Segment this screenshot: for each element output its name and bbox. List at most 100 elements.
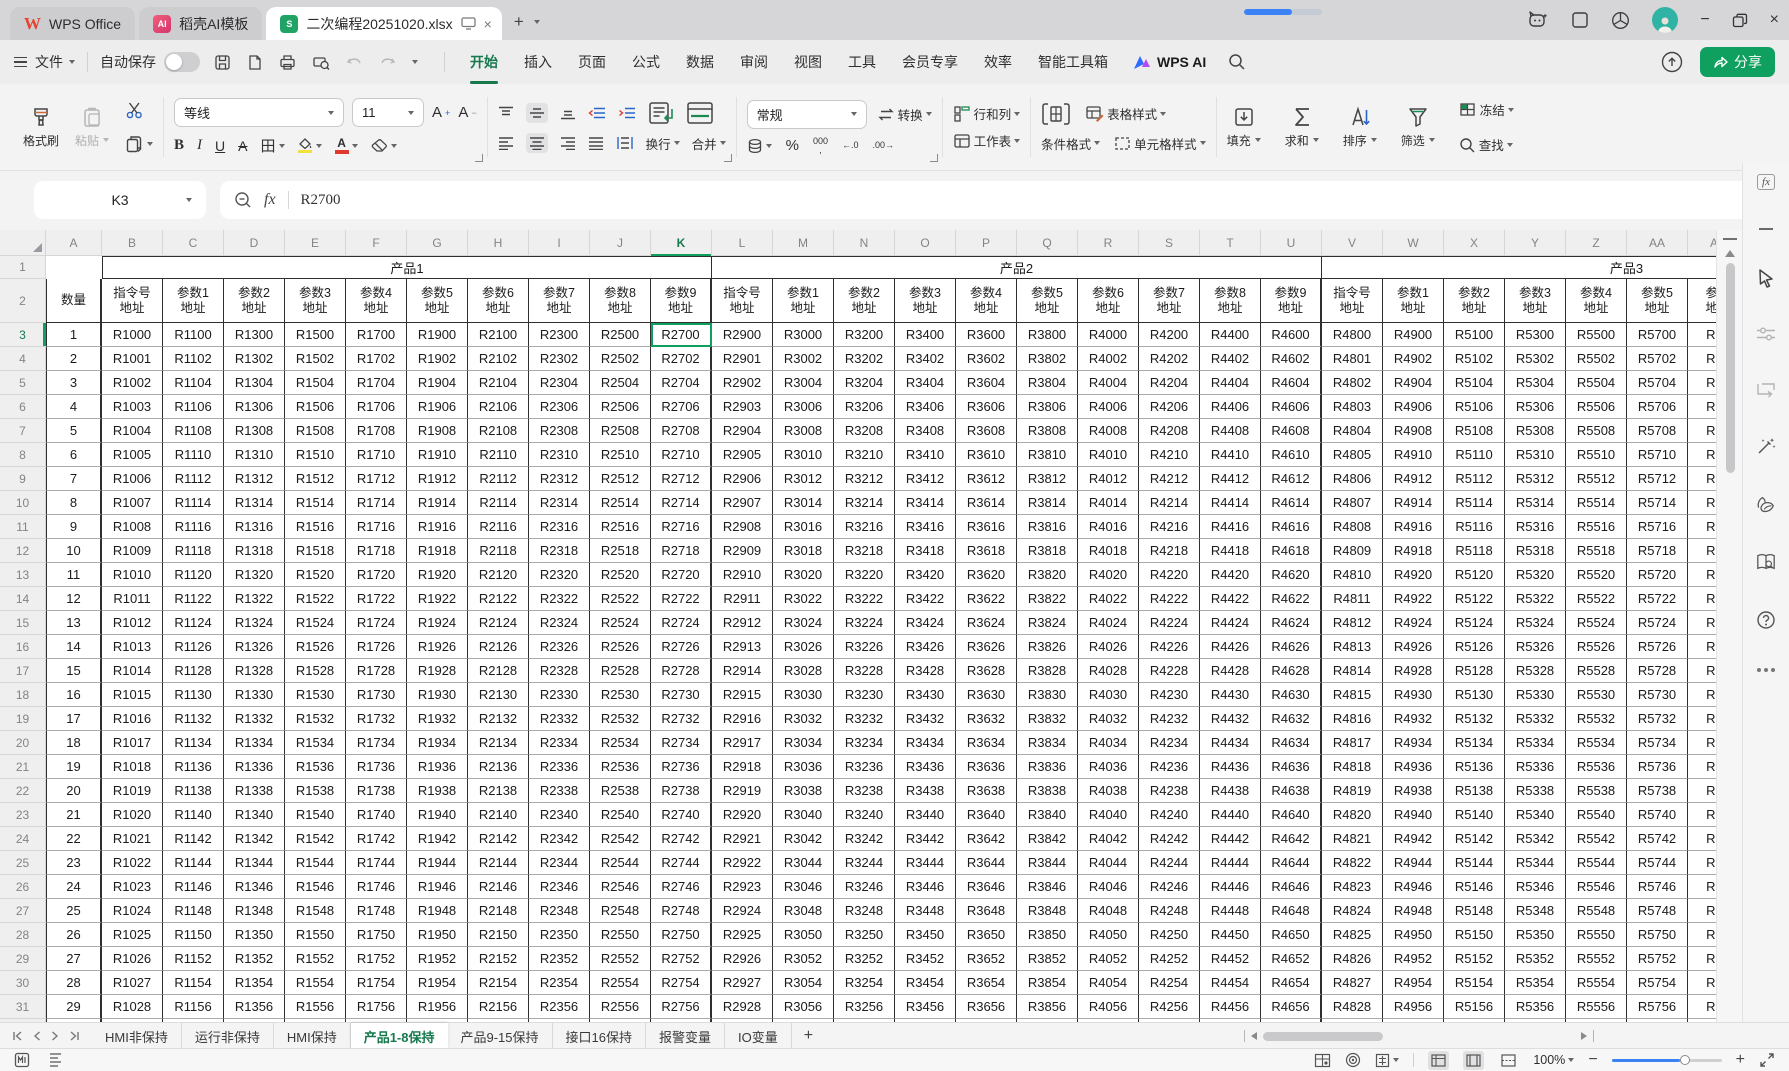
- grid-cell[interactable]: R4014: [1078, 491, 1139, 515]
- page-break-view-icon[interactable]: [1501, 1054, 1516, 1067]
- grid-cell[interactable]: R3816: [1017, 515, 1078, 539]
- page-layout-view-icon[interactable]: [1466, 1054, 1481, 1067]
- distributed-icon[interactable]: [616, 136, 634, 150]
- grid-cell[interactable]: R2748: [651, 899, 712, 923]
- grid-cell[interactable]: R2909: [712, 539, 773, 563]
- grid-cell[interactable]: R2110: [468, 443, 529, 467]
- grid-cell[interactable]: R1102: [163, 347, 224, 371]
- vertical-scrollbar[interactable]: [1716, 230, 1743, 1022]
- grid-cell[interactable]: R2352: [529, 947, 590, 971]
- grid-cell[interactable]: R5702: [1627, 347, 1688, 371]
- grid-cell[interactable]: R59: [1688, 731, 1716, 755]
- grid-cell[interactable]: R1514: [285, 491, 346, 515]
- user-avatar[interactable]: [1652, 7, 1678, 33]
- grid-cell[interactable]: R4928: [1383, 659, 1444, 683]
- grid-cell[interactable]: R4440: [1200, 803, 1261, 827]
- horizontal-scrollbar[interactable]: [1244, 1028, 1594, 1044]
- grid-cell[interactable]: R2308: [529, 419, 590, 443]
- grid-cell[interactable]: R1922: [407, 587, 468, 611]
- grid-cell[interactable]: R3450: [895, 923, 956, 947]
- grid-cell[interactable]: 20: [46, 779, 102, 803]
- grid-cell[interactable]: R1312: [224, 467, 285, 491]
- column-header[interactable]: B: [102, 230, 163, 256]
- merge-center-icon[interactable]: [686, 101, 714, 125]
- grid-cell[interactable]: R3652: [956, 947, 1017, 971]
- grid-cell[interactable]: R2304: [529, 371, 590, 395]
- grid-cell[interactable]: R3006: [773, 395, 834, 419]
- grid-cell[interactable]: R5302: [1505, 347, 1566, 371]
- field-header-cell[interactable]: 参数7地址: [1139, 279, 1200, 323]
- grid-cell[interactable]: R3442: [895, 827, 956, 851]
- grid-cell[interactable]: R3420: [895, 563, 956, 587]
- grid-cell[interactable]: R2514: [590, 491, 651, 515]
- cut-button[interactable]: [125, 101, 153, 119]
- grid-cell[interactable]: R5732: [1627, 707, 1688, 731]
- close-window-icon[interactable]: ×: [1770, 11, 1779, 29]
- grid-cell[interactable]: R3252: [834, 947, 895, 971]
- grid-cell[interactable]: R4614: [1261, 491, 1322, 515]
- grid-cell[interactable]: R5324: [1505, 611, 1566, 635]
- merge-button[interactable]: 合并: [692, 134, 726, 153]
- number-format-select[interactable]: 常规: [747, 100, 867, 129]
- grid-cell[interactable]: R2148: [468, 899, 529, 923]
- column-header[interactable]: E: [285, 230, 346, 256]
- outline-icon[interactable]: [48, 1052, 63, 1068]
- grid-cell[interactable]: R4434: [1200, 731, 1261, 755]
- grid-cell[interactable]: R1024: [102, 899, 163, 923]
- grid-cell[interactable]: R2918: [712, 755, 773, 779]
- grid-cell[interactable]: R2901: [712, 347, 773, 371]
- grid-cell[interactable]: R5326: [1505, 635, 1566, 659]
- grid-cell[interactable]: R59: [1688, 683, 1716, 707]
- row-header[interactable]: 8: [0, 443, 46, 467]
- grid-cell[interactable]: R4008: [1078, 419, 1139, 443]
- grid-cell[interactable]: R5308: [1505, 419, 1566, 443]
- grid-cell[interactable]: R3850: [1017, 923, 1078, 947]
- grid-cell[interactable]: R5314: [1505, 491, 1566, 515]
- grid-cell[interactable]: R1009: [102, 539, 163, 563]
- grid-cell[interactable]: R1322: [224, 587, 285, 611]
- grid-cell[interactable]: R1118: [163, 539, 224, 563]
- grid-cell[interactable]: R3618: [956, 539, 1017, 563]
- grid-cell[interactable]: R3608: [956, 419, 1017, 443]
- grid-cell[interactable]: R2106: [468, 395, 529, 419]
- skin-leaf-icon[interactable]: [1756, 494, 1776, 514]
- grid-cell[interactable]: R2302: [529, 347, 590, 371]
- grid-cell[interactable]: R4236: [1139, 755, 1200, 779]
- vertical-scroll-thumb[interactable]: [1726, 263, 1735, 473]
- row-header[interactable]: 7: [0, 419, 46, 443]
- grid-cell[interactable]: R4952: [1383, 947, 1444, 971]
- grid-cell[interactable]: R3846: [1017, 875, 1078, 899]
- grid-cell[interactable]: R5508: [1566, 419, 1627, 443]
- grid-cell[interactable]: R4926: [1383, 635, 1444, 659]
- grid-cell[interactable]: R1148: [163, 899, 224, 923]
- grid-cell[interactable]: R3210: [834, 443, 895, 467]
- filter-button[interactable]: 筛选: [1401, 106, 1435, 149]
- menu-item[interactable]: 工具: [835, 40, 889, 84]
- grid-cell[interactable]: R2508: [590, 419, 651, 443]
- italic-button[interactable]: I: [197, 137, 202, 154]
- grid-cell[interactable]: R2140: [468, 803, 529, 827]
- grid-cell[interactable]: R5320: [1505, 563, 1566, 587]
- grid-cell[interactable]: R3052: [773, 947, 834, 971]
- grid-cell[interactable]: R2100: [468, 323, 529, 347]
- grid-cell[interactable]: R5714: [1627, 491, 1688, 515]
- grid-cell[interactable]: R4906: [1383, 395, 1444, 419]
- grid-cell[interactable]: R2730: [651, 683, 712, 707]
- grid-cell[interactable]: R2126: [468, 635, 529, 659]
- grid-cell[interactable]: R5130: [1444, 683, 1505, 707]
- grid-cell[interactable]: R2712: [651, 467, 712, 491]
- grid-cell[interactable]: R1025: [102, 923, 163, 947]
- grid-cell[interactable]: R3004: [773, 371, 834, 395]
- grid-cell[interactable]: R2912: [712, 611, 773, 635]
- grid-cell[interactable]: R4938: [1383, 779, 1444, 803]
- grid-cell[interactable]: R2554: [590, 971, 651, 995]
- spreadsheet-grid[interactable]: ABCDEFGHIJKLMNOPQRSTUVWXYZAAAB1产品1产品2产品3…: [0, 230, 1716, 1022]
- print-icon[interactable]: [279, 54, 296, 71]
- grid-cell[interactable]: R3612: [956, 467, 1017, 491]
- grid-cell[interactable]: R1548: [285, 899, 346, 923]
- grid-cell[interactable]: R4910: [1383, 443, 1444, 467]
- grid-cell[interactable]: R4206: [1139, 395, 1200, 419]
- grid-cell[interactable]: R2726: [651, 635, 712, 659]
- convert-button[interactable]: 转换: [877, 105, 932, 124]
- grid-cell[interactable]: R3630: [956, 683, 1017, 707]
